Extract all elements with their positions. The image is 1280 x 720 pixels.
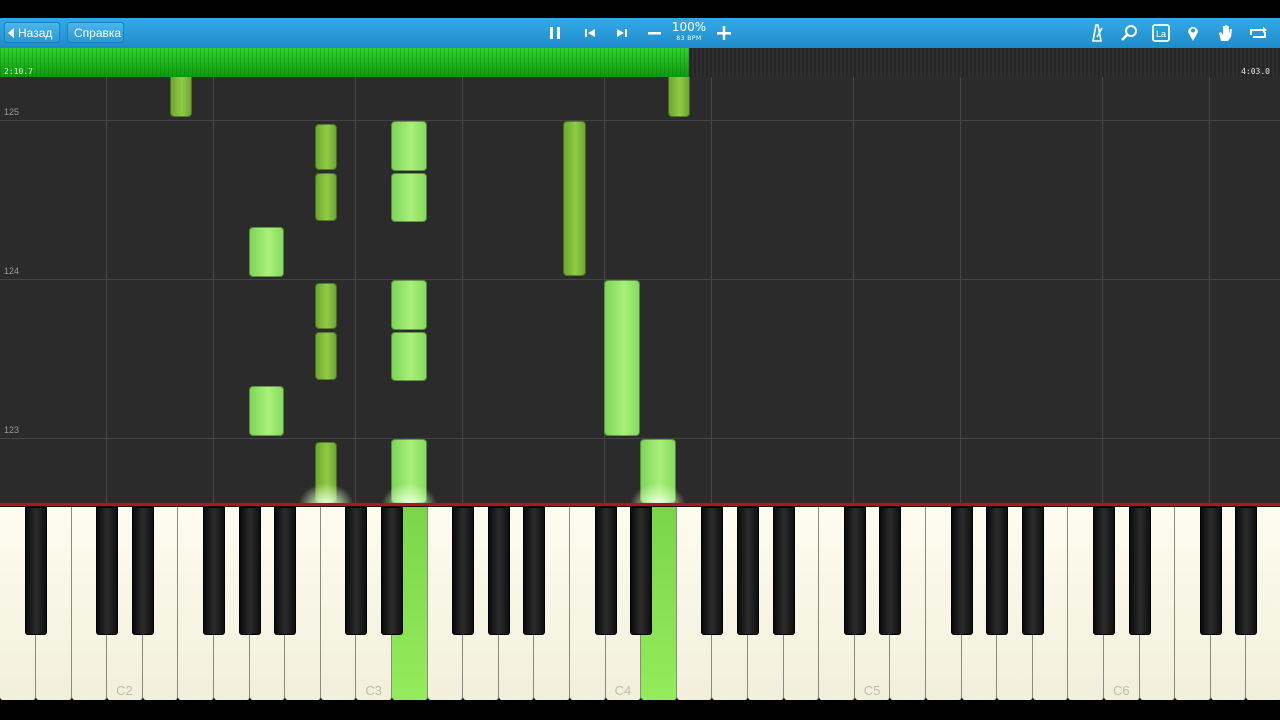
song-progress-bar[interactable]: 2:10.7 4:03.0 — [0, 48, 1280, 77]
note — [315, 332, 337, 380]
top-black-bar — [0, 0, 1280, 18]
black-key[interactable] — [523, 507, 546, 635]
progress-fill — [0, 48, 689, 77]
black-key[interactable] — [487, 507, 510, 635]
black-key[interactable] — [630, 507, 653, 635]
note — [315, 124, 337, 170]
octave-label: C6 — [1112, 683, 1130, 698]
black-key[interactable] — [772, 507, 795, 635]
metronome-icon[interactable] — [1084, 18, 1110, 48]
octave-label: C4 — [614, 683, 632, 698]
keyboard-top-line — [0, 503, 1280, 506]
black-key[interactable] — [1093, 507, 1115, 635]
svg-text:La: La — [1156, 29, 1166, 39]
black-key[interactable] — [950, 507, 973, 635]
black-key[interactable] — [1235, 507, 1258, 635]
note — [604, 280, 640, 436]
measure-line — [0, 438, 1280, 439]
black-key[interactable] — [203, 507, 225, 635]
note — [391, 332, 427, 381]
black-key[interactable] — [594, 507, 617, 635]
black-key[interactable] — [238, 507, 261, 635]
black-key[interactable] — [1021, 507, 1044, 635]
note-hit-glow — [298, 483, 354, 503]
grid-line — [1102, 77, 1103, 503]
bottom-black-bar — [0, 700, 1280, 720]
location-pin-icon[interactable] — [1180, 18, 1206, 48]
note-hit-glow — [630, 483, 686, 503]
zoom-readout: 100% 83 BPM — [670, 20, 708, 43]
black-key[interactable] — [381, 507, 403, 635]
measure-number: 123 — [4, 425, 20, 435]
note — [315, 173, 337, 221]
tempo-value: 83 BPM — [676, 35, 702, 42]
note — [249, 227, 284, 277]
minus-icon[interactable] — [642, 18, 668, 48]
note — [563, 121, 586, 276]
skip-back-icon[interactable] — [577, 18, 603, 48]
pause-icon[interactable] — [542, 18, 568, 48]
piano-roll: 125 124 123 — [0, 77, 1280, 503]
plus-icon[interactable] — [711, 18, 737, 48]
black-key[interactable] — [737, 507, 759, 635]
measure-number: 125 — [4, 107, 20, 117]
loop-icon[interactable] — [1244, 18, 1270, 48]
note-hit-glow — [381, 483, 437, 503]
hand-icon[interactable] — [1212, 18, 1238, 48]
measure-number: 124 — [4, 266, 20, 276]
black-key[interactable] — [345, 507, 368, 635]
total-time: 4:03.0 — [1241, 67, 1270, 76]
black-key[interactable] — [274, 507, 297, 635]
grid-line — [462, 77, 463, 503]
black-key[interactable] — [452, 507, 475, 635]
note — [391, 280, 427, 330]
black-key[interactable] — [986, 507, 1009, 635]
octave-label: C5 — [863, 683, 881, 698]
zoom-value: 100% — [671, 20, 707, 34]
octave-label: C2 — [116, 683, 133, 698]
measure-line — [0, 279, 1280, 280]
grid-line — [106, 77, 107, 503]
black-key[interactable] — [1128, 507, 1151, 635]
black-key[interactable] — [879, 507, 902, 635]
grid-line — [711, 77, 712, 503]
note — [315, 283, 337, 329]
grid-line — [213, 77, 214, 503]
measure-line — [0, 120, 1280, 121]
back-button[interactable]: Назад — [4, 22, 60, 43]
skip-forward-icon[interactable] — [609, 18, 635, 48]
black-key[interactable] — [25, 507, 47, 635]
black-key[interactable] — [96, 507, 119, 635]
current-time: 2:10.7 — [4, 67, 33, 76]
black-key[interactable] — [131, 507, 154, 635]
note — [668, 77, 690, 117]
octave-label: C3 — [365, 683, 382, 698]
note — [391, 121, 427, 171]
grid-line — [960, 77, 961, 503]
grid-line — [853, 77, 854, 503]
note — [170, 77, 192, 117]
piano-keyboard[interactable]: C2 C3 C4 C5 C6 — [0, 503, 1280, 700]
black-key[interactable] — [1199, 507, 1222, 635]
note — [249, 386, 284, 436]
search-icon[interactable] — [1116, 18, 1142, 48]
toolbar: Назад Справка 100% 83 BPM La — [0, 18, 1280, 49]
label-icon[interactable]: La — [1148, 18, 1174, 48]
help-button[interactable]: Справка — [67, 22, 124, 43]
black-key[interactable] — [843, 507, 866, 635]
grid-line — [355, 77, 356, 503]
note — [391, 173, 427, 222]
grid-line — [1209, 77, 1210, 503]
black-key[interactable] — [701, 507, 724, 635]
